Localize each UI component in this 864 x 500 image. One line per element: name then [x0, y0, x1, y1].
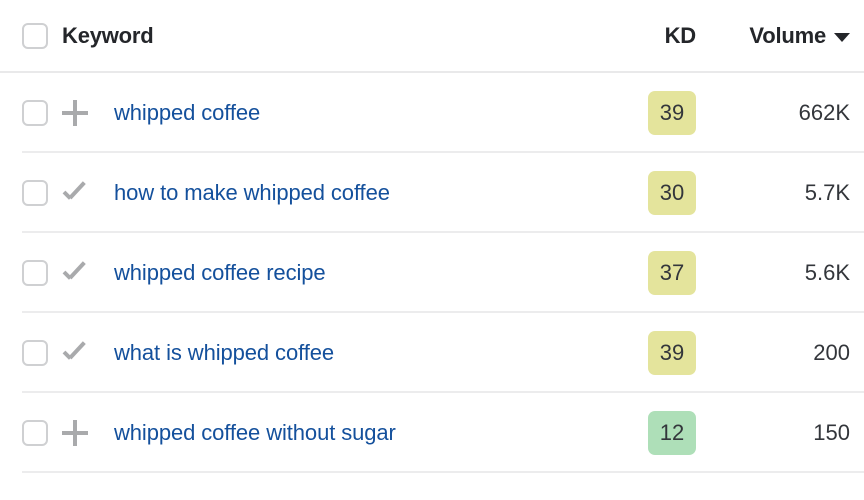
kd-cell: 12 — [622, 411, 714, 455]
volume-value: 150 — [813, 420, 850, 445]
volume-value: 5.6K — [804, 260, 850, 285]
table-body: whipped coffee 39 662K how to make whipped … — [0, 73, 864, 473]
row-checkbox[interactable] — [22, 340, 48, 366]
chevron-down-icon — [834, 33, 850, 42]
row-select-cell — [0, 180, 62, 206]
table-row: whipped coffee 39 662K — [0, 73, 864, 153]
select-all-checkbox[interactable] — [22, 22, 48, 49]
row-action-cell — [62, 260, 114, 286]
kd-cell: 39 — [622, 91, 714, 135]
keyword-link[interactable]: whipped coffee recipe — [114, 260, 622, 286]
plus-icon[interactable] — [62, 100, 88, 126]
check-icon[interactable] — [62, 260, 90, 286]
kd-badge: 37 — [648, 251, 696, 295]
kd-cell: 39 — [622, 331, 714, 375]
row-action-cell — [62, 100, 114, 126]
plus-icon[interactable] — [62, 420, 88, 446]
row-checkbox[interactable] — [22, 420, 48, 446]
kd-badge: 30 — [648, 171, 696, 215]
table-row: whipped coffee without sugar 12 150 — [0, 393, 864, 473]
row-select-cell — [0, 420, 62, 446]
column-header-kd[interactable]: KD — [622, 23, 714, 49]
kd-badge: 39 — [648, 91, 696, 135]
row-action-cell — [62, 180, 114, 206]
kd-badge: 12 — [648, 411, 696, 455]
kd-cell: 30 — [622, 171, 714, 215]
row-select-cell — [0, 260, 62, 286]
header-select-all-cell — [0, 22, 62, 49]
kd-cell: 37 — [622, 251, 714, 295]
check-icon[interactable] — [62, 180, 90, 206]
check-icon[interactable] — [62, 340, 90, 366]
row-select-cell — [0, 100, 62, 126]
kd-badge: 39 — [648, 331, 696, 375]
volume-value: 5.7K — [804, 180, 850, 205]
column-header-volume-label: Volume — [749, 22, 826, 48]
row-checkbox[interactable] — [22, 180, 48, 206]
table-row: what is whipped coffee 39 200 — [0, 313, 864, 393]
row-checkbox[interactable] — [22, 260, 48, 286]
column-header-keyword[interactable]: Keyword — [62, 23, 622, 49]
volume-value: 662K — [798, 100, 850, 125]
column-header-volume[interactable]: Volume — [714, 23, 864, 49]
table-row: whipped coffee recipe 37 5.6K — [0, 233, 864, 313]
keyword-link[interactable]: whipped coffee — [114, 100, 622, 126]
keyword-table: Keyword KD Volume whipped coffee 39 662K ho… — [0, 0, 864, 500]
table-header-row: Keyword KD Volume — [0, 0, 864, 73]
row-select-cell — [0, 340, 62, 366]
row-checkbox[interactable] — [22, 100, 48, 126]
table-row: how to make whipped coffee 30 5.7K — [0, 153, 864, 233]
row-action-cell — [62, 340, 114, 366]
keyword-link[interactable]: how to make whipped coffee — [114, 180, 622, 206]
keyword-link[interactable]: what is whipped coffee — [114, 340, 622, 366]
keyword-link[interactable]: whipped coffee without sugar — [114, 420, 622, 446]
row-action-cell — [62, 420, 114, 446]
volume-value: 200 — [813, 340, 850, 365]
